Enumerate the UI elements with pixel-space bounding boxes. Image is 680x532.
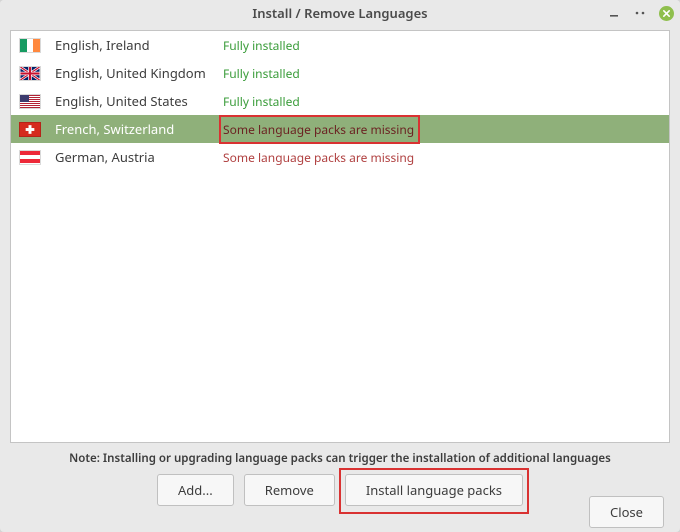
- flag-icon: [19, 122, 41, 137]
- language-name: English, United States: [55, 92, 223, 110]
- close-button[interactable]: Close: [589, 496, 664, 528]
- window-actions: [607, 0, 674, 26]
- add-button[interactable]: Add...: [157, 474, 234, 506]
- window: Install / Remove Languages English, Irel…: [0, 0, 680, 532]
- language-name: French, Switzerland: [55, 120, 223, 138]
- language-name: English, United Kingdom: [55, 64, 223, 82]
- window-title: Install / Remove Languages: [0, 4, 680, 22]
- install-note: Note: Installing or upgrading language p…: [0, 443, 680, 474]
- footer-right-buttons: Close: [589, 496, 664, 528]
- footer-center-buttons: Add... Remove Install language packs: [0, 474, 680, 506]
- remove-button[interactable]: Remove: [244, 474, 335, 506]
- maximize-icon[interactable]: [633, 6, 647, 20]
- titlebar: Install / Remove Languages: [0, 0, 680, 26]
- language-row[interactable]: German, AustriaSome language packs are m…: [11, 143, 669, 171]
- flag-icon: [19, 150, 41, 165]
- install-language-packs-button[interactable]: Install language packs: [345, 474, 523, 506]
- close-icon[interactable]: [659, 6, 674, 21]
- language-status: Some language packs are missing: [223, 121, 414, 138]
- language-row[interactable]: English, United StatesFully installed: [11, 87, 669, 115]
- language-status: Fully installed: [223, 93, 300, 110]
- language-status: Fully installed: [223, 65, 300, 82]
- language-list[interactable]: English, IrelandFully installedEnglish, …: [10, 30, 670, 443]
- minimize-icon[interactable]: [607, 6, 621, 20]
- language-status: Some language packs are missing: [223, 149, 414, 166]
- flag-icon: [19, 66, 41, 81]
- language-row[interactable]: English, IrelandFully installed: [11, 31, 669, 59]
- flag-icon: [19, 38, 41, 53]
- language-row[interactable]: English, United KingdomFully installed: [11, 59, 669, 87]
- language-status: Fully installed: [223, 37, 300, 54]
- language-name: English, Ireland: [55, 36, 223, 54]
- language-row[interactable]: French, SwitzerlandSome language packs a…: [11, 115, 669, 143]
- flag-icon: [19, 94, 41, 109]
- footer: Add... Remove Install language packs Clo…: [0, 474, 680, 532]
- language-name: German, Austria: [55, 148, 223, 166]
